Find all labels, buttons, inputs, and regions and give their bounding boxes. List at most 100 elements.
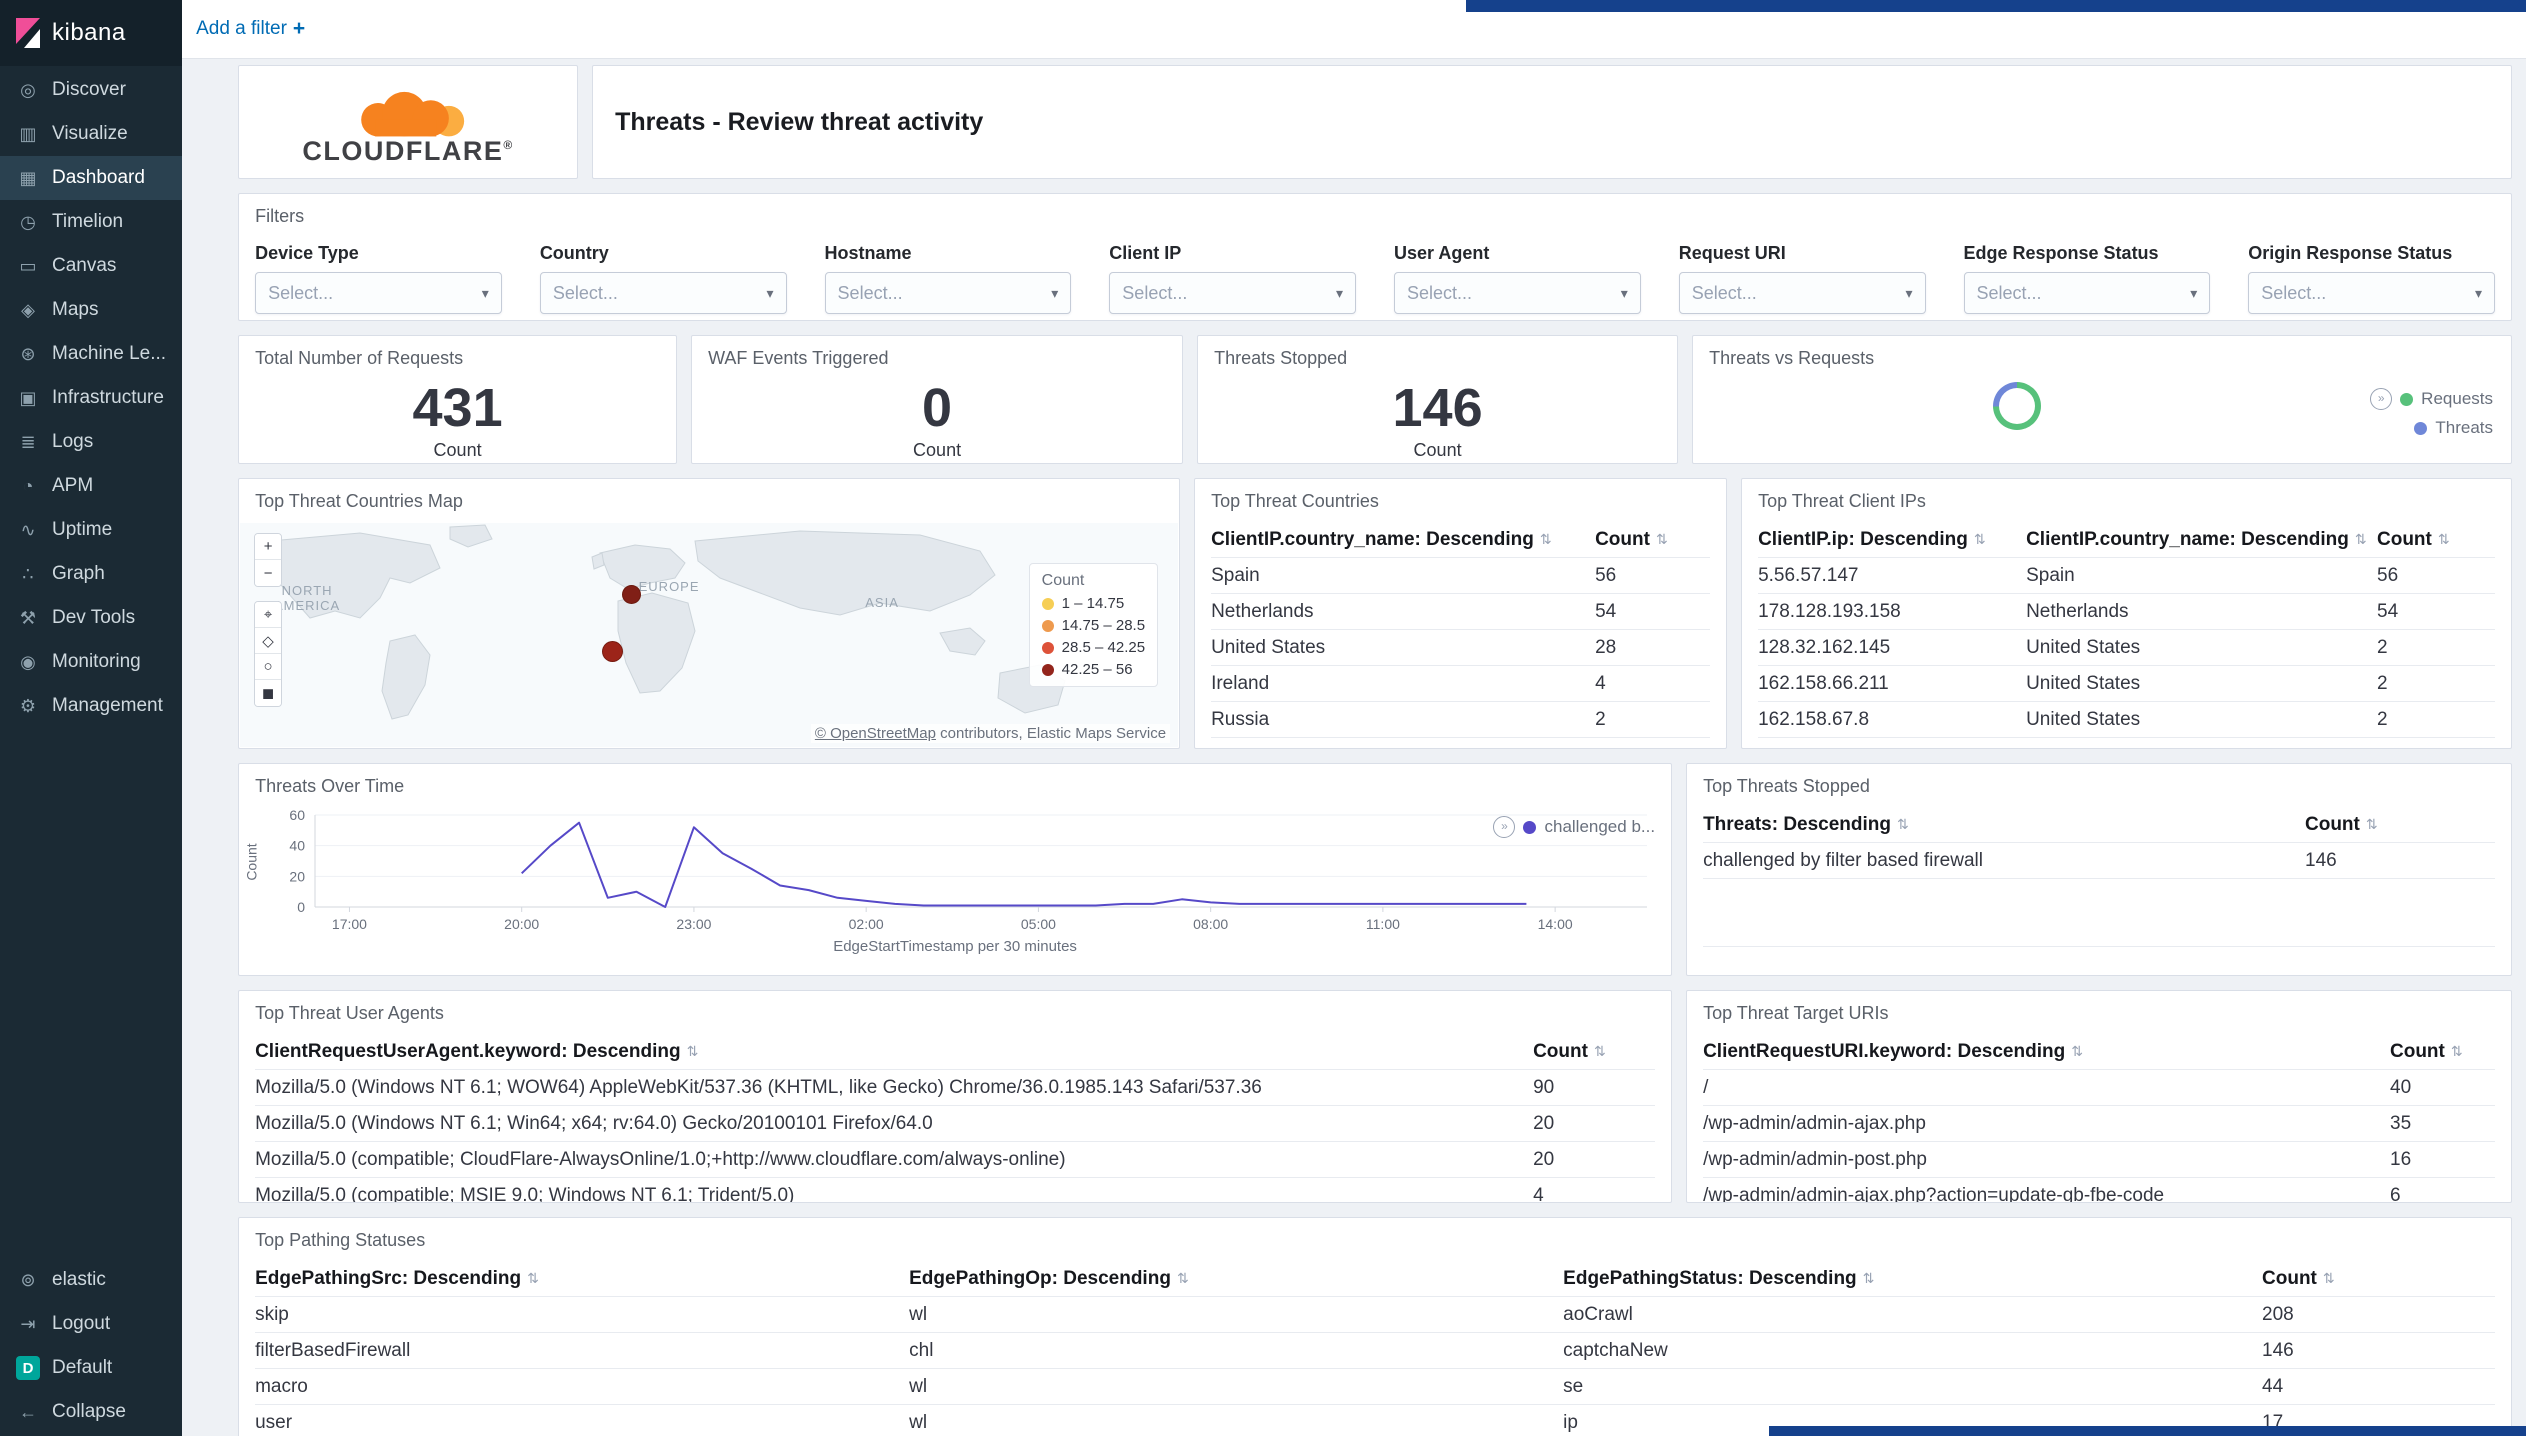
- column-header[interactable]: Count ⇅: [1595, 529, 1710, 551]
- sort-icon: ⇅: [1593, 1043, 1606, 1059]
- uptime-icon: ∿: [20, 519, 36, 540]
- panel-title: Top Threat Countries Map: [255, 491, 463, 511]
- column-header[interactable]: ClientRequestUserAgent.keyword: Descendi…: [255, 1041, 1533, 1063]
- legend-label[interactable]: Threats: [2435, 418, 2493, 438]
- map-draw-rect-button[interactable]: ◼: [255, 680, 282, 706]
- sidebar-item-label: Graph: [52, 563, 105, 584]
- space-switcher-default[interactable]: D Default: [0, 1346, 182, 1390]
- sidebar-nav: ◎ Discover ▥ Visualize ▦ Dashboard ◷ Timelio…: [0, 68, 183, 728]
- column-header[interactable]: EdgePathingSrc: Descending ⇅: [255, 1268, 909, 1290]
- map-tool-controls: ⌖ ◇ ○ ◼: [254, 601, 283, 707]
- user-agent-select[interactable]: Select... ▾: [1394, 272, 1641, 314]
- column-header[interactable]: Count ⇅: [2377, 529, 2495, 551]
- sidebar-item-dev-tools[interactable]: ⚒ Dev Tools: [0, 596, 182, 640]
- legend-toggle-icon[interactable]: »: [2370, 388, 2393, 410]
- column-header[interactable]: Count ⇅: [2305, 814, 2495, 836]
- filter-field-country: Country Select... ▾: [539, 243, 787, 314]
- sidebar-item-elastic[interactable]: ⊚ elastic: [0, 1258, 182, 1302]
- country-select[interactable]: Select... ▾: [539, 272, 787, 314]
- top-threat-target-uris-panel: Top Threat Target URIs ClientRequestURI.…: [1686, 990, 2512, 1203]
- map-canvas[interactable]: NORTH AMERICA EUROPE ASIA + − ⌖ ◇ ○ ◼ Co…: [240, 523, 1179, 747]
- sidebar-item-logs[interactable]: ≣ Logs: [0, 420, 182, 464]
- table-header-row: EdgePathingSrc: Descending ⇅ EdgePathingO…: [255, 1261, 2495, 1297]
- table-cell: United States: [1211, 636, 1326, 658]
- table-cell: 4: [1533, 1184, 1544, 1203]
- sidebar-item-management[interactable]: ⚙ Management: [0, 684, 182, 728]
- table-cell: wl: [909, 1375, 928, 1397]
- threats-over-time-chart[interactable]: 0 20 40 60 17:00 20:00 23:00 02:00 05:00 08:00 11:…: [255, 807, 1655, 935]
- edge-response-status-select[interactable]: Select... ▾: [1963, 272, 2211, 314]
- sidebar-item-machine-learning[interactable]: ⊛ Machine Le...: [0, 332, 182, 376]
- sidebar-item-uptime[interactable]: ∿ Uptime: [0, 508, 182, 552]
- sidebar-item-timelion[interactable]: ◷ Timelion: [0, 200, 182, 244]
- table-row: Mozilla/5.0 (Windows NT 6.1; Win64; x64;…: [255, 1106, 1656, 1142]
- cloudflare-cloud-logo: [360, 91, 464, 136]
- table-cell: Mozilla/5.0 (Windows NT 6.1; Win64; x64;…: [255, 1112, 933, 1134]
- sidebar-item-dashboard[interactable]: ▦ Dashboard: [0, 156, 183, 200]
- table-row: Mozilla/5.0 (Windows NT 6.1; WOW64) Appl…: [255, 1070, 1656, 1106]
- sidebar-item-monitoring[interactable]: ◉ Monitoring: [0, 640, 182, 684]
- sidebar-footer: ⊚ elastic ⇥ Logout D Default ← Collapse: [0, 1258, 182, 1436]
- column-header[interactable]: ClientIP.country_name: Descending ⇅: [2026, 529, 2377, 551]
- top-threat-countries-panel: Top Threat Countries ClientIP.country_na…: [1194, 478, 1728, 749]
- column-header[interactable]: Threats: Descending ⇅: [1703, 814, 2305, 836]
- hostname-select[interactable]: Select... ▾: [824, 272, 1072, 314]
- map-draw-polygon-button[interactable]: ◇: [255, 628, 282, 654]
- table-cell: 208: [2262, 1303, 2294, 1325]
- metric-waf-events-panel: WAF Events Triggered 0 Count: [691, 335, 1184, 464]
- kibana-home-link[interactable]: kibana: [0, 0, 183, 66]
- sidebar-item-infrastructure[interactable]: ▣ Infrastructure: [0, 376, 182, 420]
- sidebar-item-label: Machine Le...: [52, 343, 167, 364]
- threats-over-time-panel: Threats Over Time 0 20 40 60 17:00 20:00 23:00…: [238, 763, 1673, 976]
- add-filter-link[interactable]: Add a filter +: [196, 17, 305, 41]
- map-marker-spain[interactable]: [602, 641, 624, 662]
- sidebar-item-visualize[interactable]: ▥ Visualize: [0, 112, 182, 156]
- timelion-icon: ◷: [20, 211, 36, 232]
- table-cell: Ireland: [1211, 672, 1270, 694]
- sidebar-item-canvas[interactable]: ▭ Canvas: [0, 244, 182, 288]
- table-cell: 6: [2390, 1184, 2401, 1203]
- sidebar-item-label: Visualize: [52, 123, 128, 144]
- table-cell: 128.32.162.145: [1758, 636, 1891, 658]
- zoom-out-button[interactable]: −: [255, 560, 282, 586]
- table-row: /wp-admin/admin-ajax.php?action=update-g…: [1703, 1178, 2495, 1203]
- sidebar-item-apm[interactable]: ◔ APM: [0, 464, 182, 508]
- threats-vs-requests-donut[interactable]: [1993, 382, 2042, 430]
- column-header[interactable]: ClientIP.country_name: Descending ⇅: [1211, 529, 1595, 551]
- column-header[interactable]: ClientIP.ip: Descending ⇅: [1758, 529, 2026, 551]
- legend-label[interactable]: challenged b...: [1544, 817, 1655, 837]
- column-header[interactable]: Count ⇅: [2262, 1268, 2495, 1290]
- column-header[interactable]: EdgePathingOp: Descending ⇅: [909, 1268, 1563, 1290]
- threat-countries-map-panel: Top Threat Countries Map NORTH AMERICA E…: [238, 478, 1181, 749]
- logout-icon: ⇥: [20, 1313, 36, 1334]
- client-ip-select[interactable]: Select... ▾: [1109, 272, 1357, 314]
- column-header[interactable]: ClientRequestURI.keyword: Descending ⇅: [1703, 1041, 2390, 1063]
- svg-text:08:00: 08:00: [1193, 916, 1228, 932]
- map-draw-circle-button[interactable]: ○: [255, 654, 282, 680]
- device-type-select[interactable]: Select... ▾: [255, 272, 502, 314]
- filter-field-origin-response-status: Origin Response Status Select... ▾: [2248, 243, 2495, 314]
- map-fit-bounds-button[interactable]: ⌖: [255, 602, 282, 628]
- openstreetmap-link[interactable]: © OpenStreetMap: [815, 725, 936, 742]
- sidebar-item-label: Monitoring: [52, 651, 141, 672]
- request-uri-select[interactable]: Select... ▾: [1678, 272, 1926, 314]
- sidebar-item-discover[interactable]: ◎ Discover: [0, 68, 182, 112]
- canvas-icon: ▭: [19, 255, 37, 276]
- registered-mark: ®: [503, 137, 514, 152]
- sort-icon: ⇅: [2437, 531, 2450, 547]
- legend-toggle-icon[interactable]: »: [1493, 816, 1516, 838]
- sidebar-item-graph[interactable]: ∴ Graph: [0, 552, 182, 596]
- collapse-icon: ←: [19, 1401, 37, 1422]
- filter-label: Client IP: [1109, 243, 1182, 263]
- zoom-in-button[interactable]: +: [255, 534, 282, 560]
- metric-value: 0: [922, 378, 953, 438]
- sidebar-item-logout[interactable]: ⇥ Logout: [0, 1302, 182, 1346]
- origin-response-status-select[interactable]: Select... ▾: [2248, 272, 2495, 314]
- map-marker-netherlands[interactable]: [622, 585, 642, 604]
- sidebar-item-maps[interactable]: ◈ Maps: [0, 288, 182, 332]
- sidebar-collapse-button[interactable]: ← Collapse: [0, 1390, 182, 1434]
- legend-label[interactable]: Requests: [2421, 389, 2493, 409]
- column-header[interactable]: Count ⇅: [2390, 1041, 2495, 1063]
- column-header[interactable]: EdgePathingStatus: Descending ⇅: [1563, 1268, 2262, 1290]
- column-header[interactable]: Count ⇅: [1533, 1041, 1655, 1063]
